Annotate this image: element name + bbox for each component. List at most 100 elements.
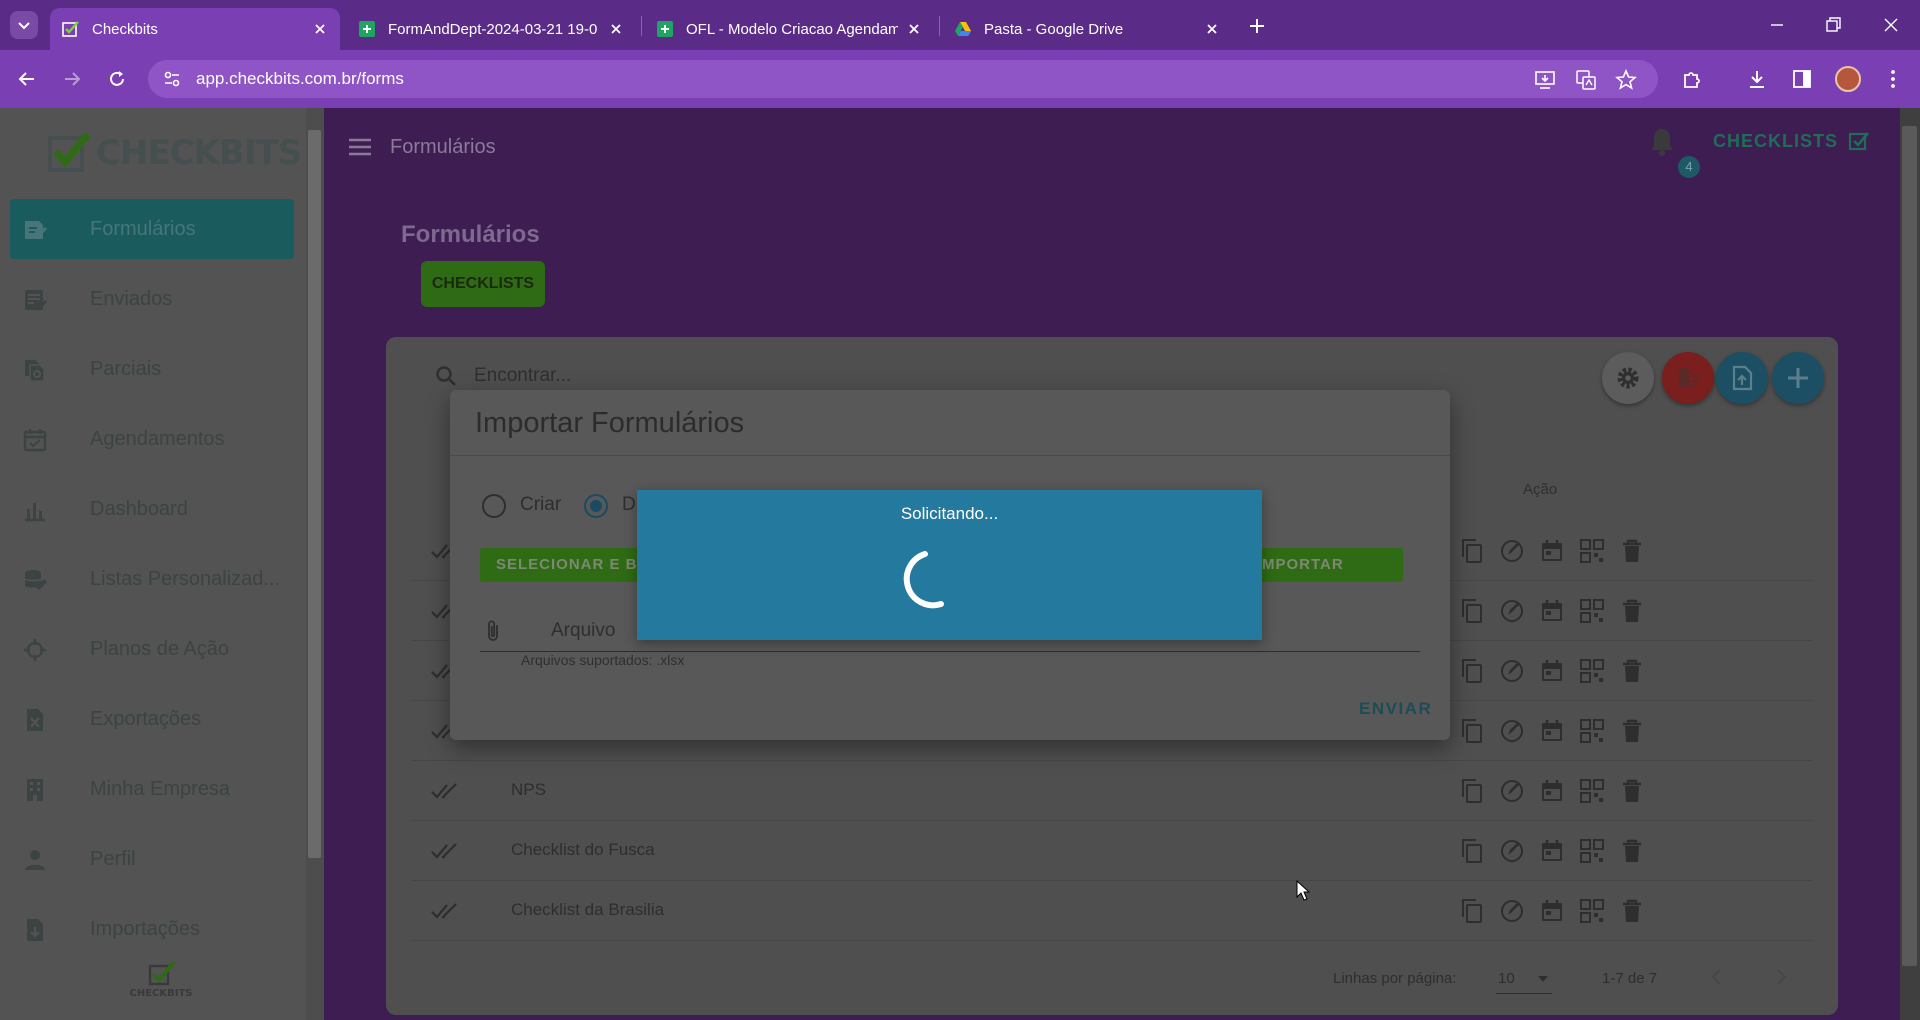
copy-icon[interactable] (1458, 897, 1486, 925)
forward-icon[interactable] (60, 67, 84, 91)
trash-icon[interactable] (1618, 777, 1646, 805)
select-base-button[interactable]: SELECIONAR E BA (480, 548, 660, 582)
page-scrollbar-thumb[interactable] (1902, 126, 1917, 966)
copy-icon[interactable] (1458, 777, 1486, 805)
sidebar-item-exportacoes[interactable]: Exportações (10, 689, 294, 749)
import-button[interactable]: MPORTAR (1260, 548, 1403, 582)
table-row[interactable]: Checklist do Fusca (412, 821, 1812, 881)
calendar-icon[interactable] (1538, 897, 1566, 925)
trash-icon[interactable] (1618, 657, 1646, 685)
sidebar-item-listas[interactable]: Listas Personalizad... (10, 549, 294, 609)
qr-code-icon[interactable] (1578, 657, 1606, 685)
form-name[interactable]: Checklist da Brasilia (511, 900, 664, 920)
sidebar-item-enviados[interactable]: Enviados (10, 269, 294, 329)
tab-formanddept[interactable]: FormAndDept-2024-03-21 19-0 (346, 8, 636, 50)
edit-icon[interactable] (1498, 537, 1526, 565)
copy-icon[interactable] (1458, 597, 1486, 625)
sidebar-item-dashboard[interactable]: Dashboard (10, 479, 294, 539)
search-field[interactable]: Encontrar... (434, 362, 834, 390)
checklists-menu-button[interactable]: CHECKLISTS (1713, 130, 1870, 152)
address-bar[interactable]: app.checkbits.com.br/forms (148, 60, 1658, 98)
qr-code-icon[interactable] (1578, 537, 1606, 565)
checkbits-logo[interactable]: CHECKBITS (48, 132, 302, 174)
tab-google-drive[interactable]: Pasta - Google Drive (942, 8, 1232, 50)
close-tab-icon[interactable] (906, 21, 922, 37)
tab-ofl-modelo[interactable]: OFL - Modelo Criacao Agendam (644, 8, 934, 50)
tab-checkbits[interactable]: Checkbits (50, 8, 340, 50)
radio-criar[interactable] (482, 494, 506, 518)
trash-icon[interactable] (1618, 717, 1646, 745)
menu-icon[interactable] (348, 137, 372, 157)
copy-icon[interactable] (1458, 717, 1486, 745)
translate-icon[interactable] (1575, 69, 1597, 91)
table-row[interactable]: NPS (412, 761, 1812, 821)
sidebar-item-perfil[interactable]: Perfil (10, 829, 294, 889)
radio-option-2[interactable] (584, 494, 608, 518)
minimize-icon[interactable] (1766, 14, 1788, 36)
send-button[interactable]: ENVIAR (1359, 699, 1432, 719)
previous-page-icon[interactable] (1706, 966, 1728, 988)
trash-icon[interactable] (1618, 537, 1646, 565)
sidebar-item-parciais[interactable]: Parciais (10, 339, 294, 399)
add-form-button[interactable] (1772, 352, 1824, 404)
new-tab-icon[interactable] (1245, 14, 1269, 38)
extensions-icon[interactable] (1680, 67, 1704, 91)
rows-per-page-select[interactable]: 10 (1496, 962, 1552, 994)
sidebar-item-minha-empresa[interactable]: Minha Empresa (10, 759, 294, 819)
edit-icon[interactable] (1498, 597, 1526, 625)
qr-code-icon[interactable] (1578, 777, 1606, 805)
more-menu-icon[interactable] (1881, 67, 1905, 91)
install-app-icon[interactable] (1534, 69, 1556, 91)
close-tab-icon[interactable] (1204, 21, 1220, 37)
sidebar-item-formularios[interactable]: Formulários (10, 199, 294, 259)
site-settings-icon[interactable] (162, 69, 182, 89)
side-panel-icon[interactable] (1790, 67, 1814, 91)
edit-icon[interactable] (1498, 897, 1526, 925)
profile-avatar[interactable] (1835, 66, 1861, 92)
download-icon[interactable] (1745, 67, 1769, 91)
qr-code-icon[interactable] (1578, 837, 1606, 865)
sidebar-scrollbar-thumb[interactable] (308, 130, 321, 858)
sidebar-item-importacoes[interactable]: Importações (10, 899, 294, 959)
file-upload-icon (1732, 365, 1753, 391)
sidebar-item-agendamentos[interactable]: Agendamentos (10, 409, 294, 469)
table-row[interactable]: Checklist da Brasilia (412, 881, 1812, 941)
tab-search-button[interactable] (10, 11, 38, 39)
calendar-icon[interactable] (1538, 837, 1566, 865)
reload-icon[interactable] (105, 67, 129, 91)
settings-button[interactable] (1602, 352, 1654, 404)
calendar-icon[interactable] (1538, 717, 1566, 745)
edit-icon[interactable] (1498, 777, 1526, 805)
edit-icon[interactable] (1498, 657, 1526, 685)
qr-code-icon[interactable] (1578, 597, 1606, 625)
calendar-icon[interactable] (1538, 777, 1566, 805)
calendar-icon[interactable] (1538, 657, 1566, 685)
restore-icon[interactable] (1822, 14, 1844, 36)
close-tab-icon[interactable] (312, 21, 328, 37)
calendar-icon[interactable] (1538, 537, 1566, 565)
bookmark-star-icon[interactable] (1615, 69, 1637, 91)
trash-icon[interactable] (1618, 897, 1646, 925)
calendar-icon[interactable] (1538, 597, 1566, 625)
back-icon[interactable] (15, 67, 39, 91)
import-file-button[interactable] (1716, 352, 1768, 404)
form-name[interactable]: Checklist do Fusca (511, 840, 655, 860)
edit-icon[interactable] (1498, 717, 1526, 745)
drive-icon (955, 22, 971, 36)
qr-code-icon[interactable] (1578, 717, 1606, 745)
qr-code-icon[interactable] (1578, 897, 1606, 925)
close-window-icon[interactable] (1880, 14, 1902, 36)
delete-filtered-button[interactable] (1662, 352, 1714, 404)
copy-icon[interactable] (1458, 837, 1486, 865)
close-tab-icon[interactable] (608, 21, 624, 37)
copy-icon[interactable] (1458, 537, 1486, 565)
copy-icon[interactable] (1458, 657, 1486, 685)
notification-bell-icon[interactable] (1648, 126, 1676, 156)
edit-icon[interactable] (1498, 837, 1526, 865)
trash-icon[interactable] (1618, 597, 1646, 625)
form-name[interactable]: NPS (511, 780, 546, 800)
trash-icon[interactable] (1618, 837, 1646, 865)
next-page-icon[interactable] (1770, 966, 1792, 988)
checklists-chip-button[interactable]: CHECKLISTS (421, 261, 545, 307)
sidebar-item-planos-de-acao[interactable]: Planos de Ação (10, 619, 294, 679)
